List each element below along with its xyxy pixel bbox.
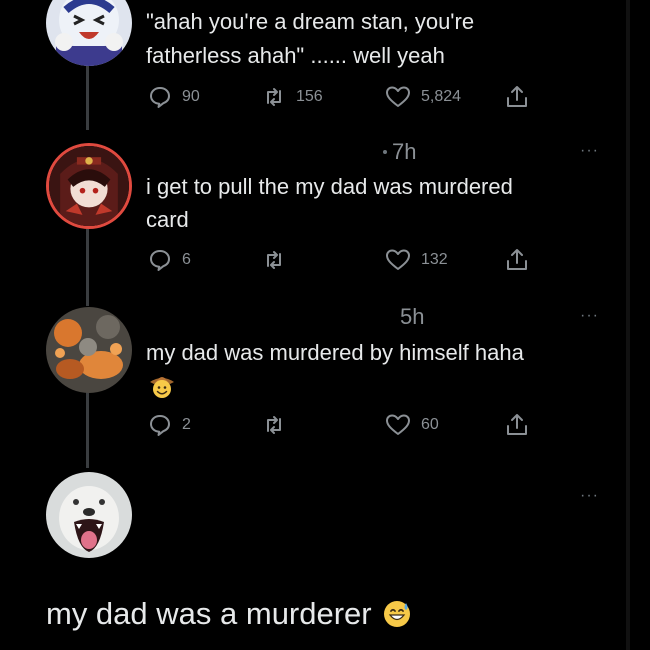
heart-icon <box>386 414 410 435</box>
thread-rail <box>86 392 89 468</box>
thread-rail <box>86 66 89 130</box>
reply-icon <box>150 250 170 271</box>
reply-count: 6 <box>182 251 191 268</box>
tweet-text: my dad was murdered by himself haha <box>146 340 524 365</box>
reply-icon <box>150 87 170 108</box>
scrollbar[interactable] <box>626 0 630 650</box>
share-icon <box>507 249 527 270</box>
separator-dot <box>383 150 387 154</box>
share-button[interactable] <box>505 84 529 110</box>
share-icon <box>507 414 527 435</box>
sweat-smile-emoji-icon <box>383 601 410 627</box>
tweet-text: card <box>146 207 189 232</box>
meme-caption: my dad was a murderer <box>46 596 412 632</box>
retweet-icon <box>267 251 281 269</box>
retweet-button[interactable] <box>262 248 296 272</box>
share-button[interactable] <box>505 247 529 273</box>
retweet-icon <box>267 88 281 106</box>
anime-character-avatar-icon <box>49 146 129 226</box>
retweet-button[interactable] <box>262 413 296 437</box>
like-count: 132 <box>421 251 448 268</box>
like-button[interactable]: 5,824 <box>385 85 461 109</box>
like-button[interactable]: 132 <box>385 248 448 272</box>
thread-rail <box>86 228 89 306</box>
retweet-icon <box>267 416 281 434</box>
reply-count: 90 <box>182 88 200 105</box>
avatar[interactable] <box>46 143 132 229</box>
reply-button[interactable]: 2 <box>148 413 191 437</box>
abstract-orange-avatar-icon <box>46 307 132 393</box>
retweet-button[interactable]: 156 <box>262 85 323 109</box>
heart-icon <box>386 249 410 270</box>
timestamp: 5h <box>400 304 425 329</box>
retweet-count: 156 <box>296 88 323 105</box>
caption-text: my dad was a murderer <box>46 596 372 631</box>
more-options-button[interactable]: ··· <box>580 307 599 325</box>
avatar[interactable] <box>46 472 132 558</box>
like-count: 60 <box>421 416 439 433</box>
reply-button[interactable]: 90 <box>148 85 200 109</box>
more-options-button[interactable]: ··· <box>580 142 599 160</box>
heart-icon <box>386 86 410 107</box>
like-count: 5,824 <box>421 88 462 105</box>
reply-button[interactable]: 6 <box>148 248 191 272</box>
screaming-dog-avatar-icon <box>46 472 132 558</box>
cowboy-face-emoji-icon <box>150 377 174 398</box>
cartoon-laughing-avatar-icon <box>46 0 132 66</box>
reply-icon <box>150 415 170 436</box>
share-icon <box>507 86 527 107</box>
share-button[interactable] <box>505 412 529 438</box>
tweet-text: i get to pull the my dad was murdered <box>146 174 513 199</box>
tweet-text: "ahah you're a dream stan, you're <box>146 9 475 34</box>
tweet-text: fatherless ahah" ...... well yeah <box>146 43 445 68</box>
more-options-button[interactable]: ··· <box>580 487 599 505</box>
timestamp: 7h <box>392 139 417 164</box>
avatar[interactable] <box>46 0 132 66</box>
like-button[interactable]: 60 <box>385 413 439 437</box>
reply-count: 2 <box>182 416 191 433</box>
avatar[interactable] <box>46 307 132 393</box>
